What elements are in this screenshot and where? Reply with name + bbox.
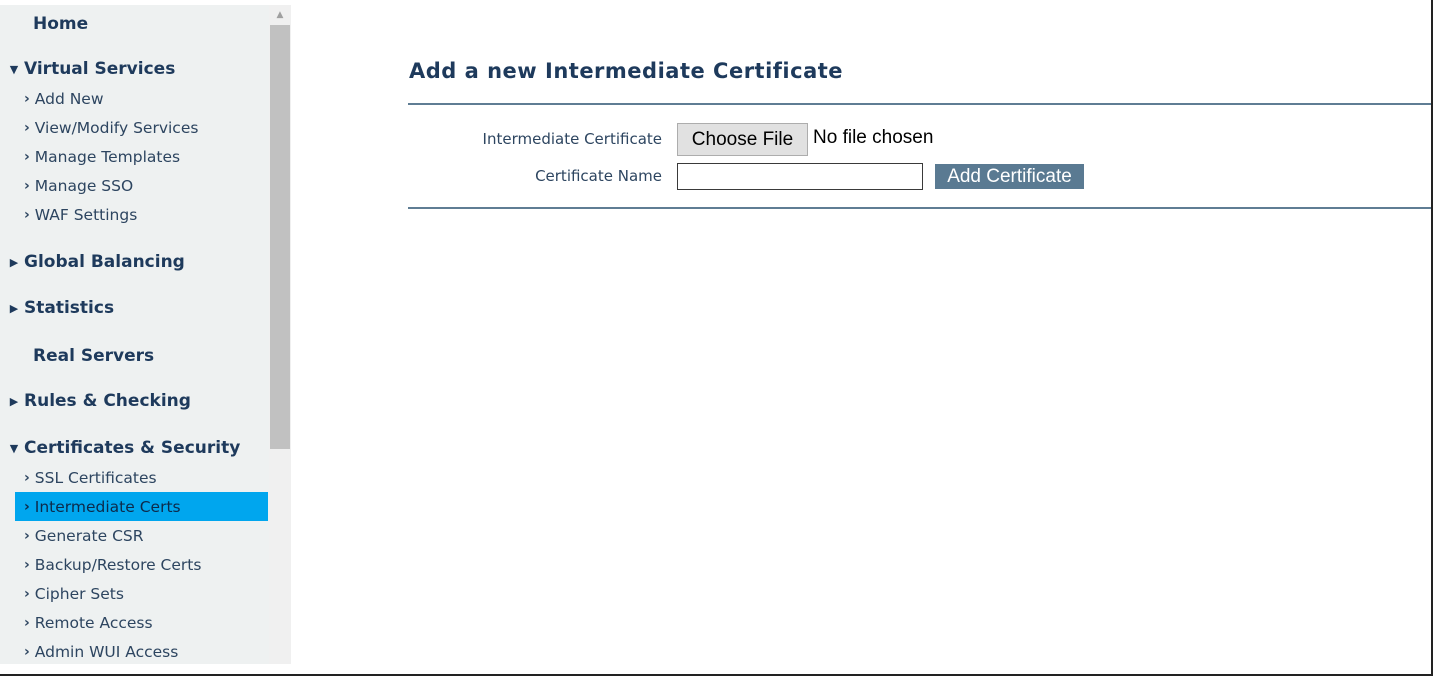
sidebar-scrollbar[interactable]: ▲ (269, 5, 291, 664)
chevron-right-icon: › (24, 90, 30, 107)
header-divider (408, 103, 1431, 105)
sidebar-item-label: Backup/Restore Certs (34, 555, 202, 574)
certificate-name-input[interactable] (677, 163, 923, 190)
sidebar-item-label: Add New (34, 89, 104, 108)
sidebar-item-backup-restore-certs[interactable]: › Backup/Restore Certs (15, 550, 268, 579)
sidebar-item-manage-templates[interactable]: › Manage Templates (15, 142, 268, 171)
sidebar-item-waf-settings[interactable]: › WAF Settings (15, 200, 268, 229)
sidebar-item-view-modify-services[interactable]: › View/Modify Services (15, 113, 268, 142)
choose-file-button[interactable]: Choose File (677, 123, 808, 156)
sidebar-section-statistics[interactable]: ▶ Statistics (0, 296, 269, 320)
form-divider (408, 207, 1431, 209)
sidebar-section-label: Global Balancing (24, 252, 185, 272)
chevron-right-icon: › (24, 469, 30, 486)
scroll-up-arrow-icon[interactable]: ▲ (269, 5, 291, 25)
sidebar-section-label: Statistics (24, 298, 115, 318)
sidebar-item-ssl-certificates[interactable]: › SSL Certificates (15, 463, 268, 492)
sidebar-section-global-balancing[interactable]: ▶ Global Balancing (0, 250, 269, 274)
sidebar-item-label: Real Servers (33, 346, 155, 366)
caret-right-icon: ▶ (9, 394, 19, 408)
chevron-right-icon: › (24, 643, 30, 660)
sidebar-section-rules-checking[interactable]: ▶ Rules & Checking (0, 389, 269, 413)
chevron-right-icon: › (24, 614, 30, 631)
sidebar-item-label: Cipher Sets (34, 584, 124, 603)
sidebar-item-label: Manage Templates (34, 147, 181, 166)
caret-down-icon: ▼ (9, 441, 19, 455)
chevron-right-icon: › (24, 206, 30, 223)
chevron-right-icon: › (24, 177, 30, 194)
chevron-right-icon: › (24, 148, 30, 165)
chevron-right-icon: › (24, 585, 30, 602)
chevron-right-icon: › (24, 119, 30, 136)
scrollbar-thumb[interactable] (270, 25, 290, 449)
sidebar-item-label: Home (33, 14, 89, 34)
sidebar-item-label: Intermediate Certs (34, 497, 181, 516)
caret-right-icon: ▶ (9, 301, 19, 315)
sidebar-section-certificates-security[interactable]: ▼ Certificates & Security (0, 436, 269, 460)
sidebar-item-generate-csr[interactable]: › Generate CSR (15, 521, 268, 550)
intermediate-certificate-label: Intermediate Certificate (482, 130, 662, 148)
sidebar-item-add-new[interactable]: › Add New (15, 84, 268, 113)
main-content: Add a new Intermediate Certificate Inter… (291, 5, 1431, 664)
sidebar-item-label: Admin WUI Access (34, 642, 179, 661)
sidebar-item-admin-wui-access[interactable]: › Admin WUI Access (15, 637, 268, 664)
sidebar-section-label: Rules & Checking (24, 391, 191, 411)
app-window: Home ▼ Virtual Services › Add New › View… (0, 0, 1433, 676)
sidebar-item-home[interactable]: Home (0, 12, 269, 36)
chevron-right-icon: › (24, 498, 30, 515)
sidebar-item-label: WAF Settings (34, 205, 138, 224)
sidebar-item-label: View/Modify Services (34, 118, 199, 137)
caret-right-icon: ▶ (9, 255, 19, 269)
caret-down-icon: ▼ (9, 62, 19, 76)
sidebar-item-remote-access[interactable]: › Remote Access (15, 608, 268, 637)
add-certificate-button[interactable]: Add Certificate (935, 164, 1084, 189)
sidebar-section-virtual-services[interactable]: ▼ Virtual Services (0, 57, 269, 81)
certificate-name-label: Certificate Name (535, 167, 662, 185)
sidebar-item-intermediate-certs[interactable]: › Intermediate Certs (15, 492, 268, 521)
sidebar-item-cipher-sets[interactable]: › Cipher Sets (15, 579, 268, 608)
sidebar-item-label: Generate CSR (34, 526, 144, 545)
sidebar-section-label: Certificates & Security (24, 438, 241, 458)
sidebar-nav: Home ▼ Virtual Services › Add New › View… (0, 5, 269, 664)
sidebar-item-label: Manage SSO (34, 176, 134, 195)
file-status-text: No file chosen (813, 127, 934, 148)
sidebar-item-manage-sso[interactable]: › Manage SSO (15, 171, 268, 200)
chevron-right-icon: › (24, 556, 30, 573)
page-title: Add a new Intermediate Certificate (409, 59, 844, 83)
sidebar-item-label: SSL Certificates (34, 468, 157, 487)
sidebar-item-real-servers[interactable]: Real Servers (0, 344, 269, 368)
sidebar-item-label: Remote Access (34, 613, 153, 632)
sidebar-section-label: Virtual Services (24, 59, 176, 79)
chevron-right-icon: › (24, 527, 30, 544)
